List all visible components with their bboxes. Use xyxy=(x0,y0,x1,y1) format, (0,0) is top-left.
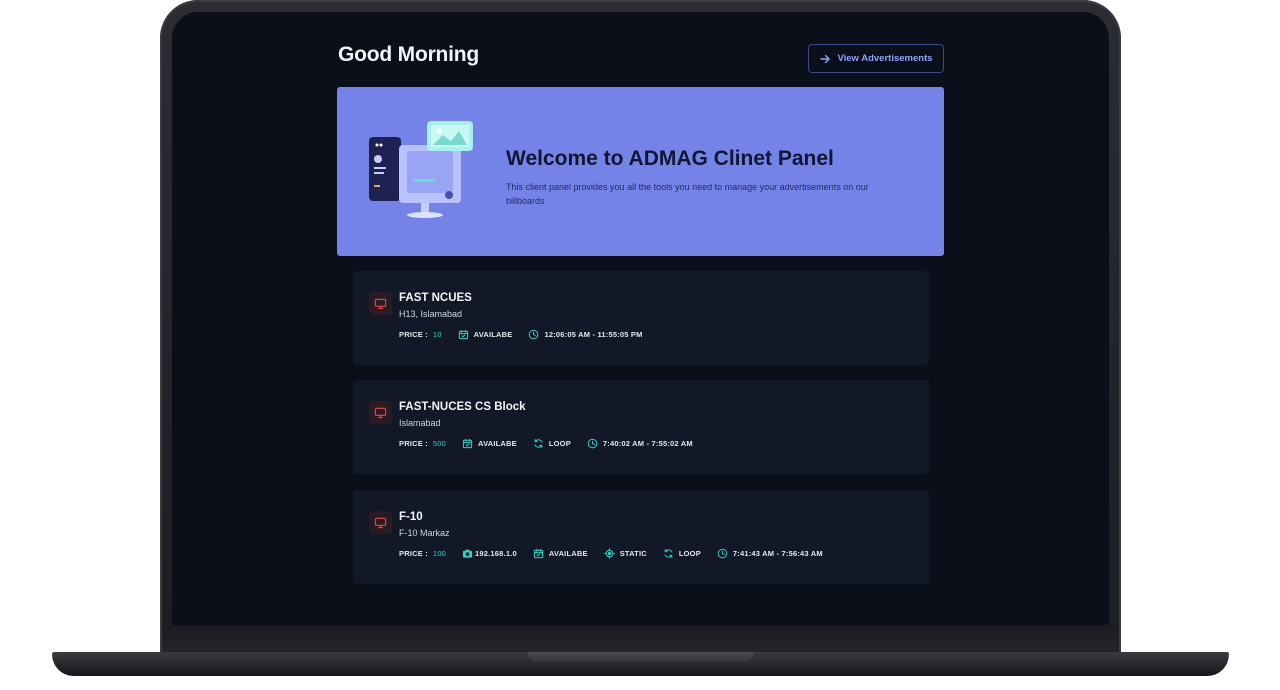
mode-info: LOOP xyxy=(663,548,701,559)
refresh-icon xyxy=(534,439,543,448)
availability-text: AVAILABE xyxy=(473,330,513,339)
availability-text: AVAILABE xyxy=(548,549,588,558)
computer-illustration-icon xyxy=(369,121,473,218)
app-screen: Good Morning View Advertisements Welcome… xyxy=(172,12,1109,625)
billboard-name: FAST-NUCES CS Block xyxy=(399,401,526,413)
welcome-title: Welcome to ADMAG Clinet Panel xyxy=(506,147,834,170)
billboard-card[interactable]: FAST NCUES H13, Islamabad PRICE : 10 AVA… xyxy=(353,271,929,365)
price-info: PRICE : 500 xyxy=(399,439,446,448)
time-range: 7:41:43 AM - 7:56:43 AM xyxy=(732,549,823,558)
monitor-icon xyxy=(369,401,392,424)
monitor-icon xyxy=(369,511,392,534)
calendar-check-icon xyxy=(458,329,468,340)
time-range: 7:40:02 AM - 7:55:02 AM xyxy=(602,439,693,448)
time-range: 12:06:05 AM - 11:55:05 PM xyxy=(544,330,643,339)
mode-text: LOOP xyxy=(678,549,701,558)
time-info: 7:41:43 AM - 7:56:43 AM xyxy=(717,548,823,559)
time-info: 7:40:02 AM - 7:55:02 AM xyxy=(587,438,693,449)
clock-icon xyxy=(587,438,598,449)
laptop-hinge xyxy=(162,625,1118,653)
ip-info: 192.168.1.0 xyxy=(462,548,517,559)
page-greeting: Good Morning xyxy=(338,43,480,66)
clock-icon xyxy=(717,548,728,559)
mode-text: LOOP xyxy=(548,439,571,448)
type-text: STATIC xyxy=(619,549,647,558)
price-label: PRICE : xyxy=(399,439,428,448)
price-info: PRICE : 10 xyxy=(399,330,442,339)
time-info: 12:06:05 AM - 11:55:05 PM xyxy=(528,329,642,340)
calendar-check-icon xyxy=(533,548,543,559)
monitor-icon xyxy=(369,292,392,315)
view-advertisements-label: View Advertisements xyxy=(837,53,933,64)
billboard-location: F-10 Markaz xyxy=(399,528,450,538)
clock-icon xyxy=(529,329,539,340)
availability-info: AVAILABE xyxy=(462,438,517,449)
availability-text: AVAILABE xyxy=(478,439,517,448)
laptop-notch xyxy=(528,652,754,662)
price-value: 100 xyxy=(432,549,447,558)
availability-info: AVAILABE xyxy=(458,329,513,340)
camera-icon xyxy=(462,549,473,558)
price-value: 500 xyxy=(432,439,447,448)
welcome-banner: Welcome to ADMAG Clinet Panel This clien… xyxy=(337,87,944,256)
crosshair-icon xyxy=(603,548,615,559)
type-info: STATIC xyxy=(603,548,647,559)
billboard-location: Islamabad xyxy=(399,418,441,428)
calendar-check-icon xyxy=(462,438,473,449)
price-label: PRICE : xyxy=(399,549,428,558)
billboard-name: F-10 xyxy=(399,511,423,523)
view-advertisements-button[interactable]: View Advertisements xyxy=(808,44,944,73)
billboard-location: H13, Islamabad xyxy=(399,309,463,319)
mode-info: LOOP xyxy=(533,438,571,449)
arrow-right-icon xyxy=(820,54,831,63)
billboard-card[interactable]: F-10 F-10 Markaz PRICE : 100 192.168.1.0… xyxy=(353,490,929,584)
refresh-icon xyxy=(664,549,673,558)
price-label: PRICE : xyxy=(399,330,428,339)
billboard-card[interactable]: FAST-NUCES CS Block Islamabad PRICE : 50… xyxy=(353,380,929,474)
ip-text: 192.168.1.0 xyxy=(475,549,517,558)
welcome-description: This client panel provides you all the t… xyxy=(506,182,869,206)
price-value: 10 xyxy=(432,330,442,339)
billboard-meta: PRICE : 10 AVAILABE 12:06:05 AM - 11:55:… xyxy=(399,329,643,340)
billboard-name: FAST NCUES xyxy=(399,292,472,304)
availability-info: AVAILABE xyxy=(533,548,588,559)
billboard-meta: PRICE : 100 192.168.1.0 AVAILABE STATIC xyxy=(399,548,823,559)
billboard-meta: PRICE : 500 AVAILABE LOOP 7:40:02 AM - 7… xyxy=(399,438,693,449)
price-info: PRICE : 100 xyxy=(399,549,446,558)
